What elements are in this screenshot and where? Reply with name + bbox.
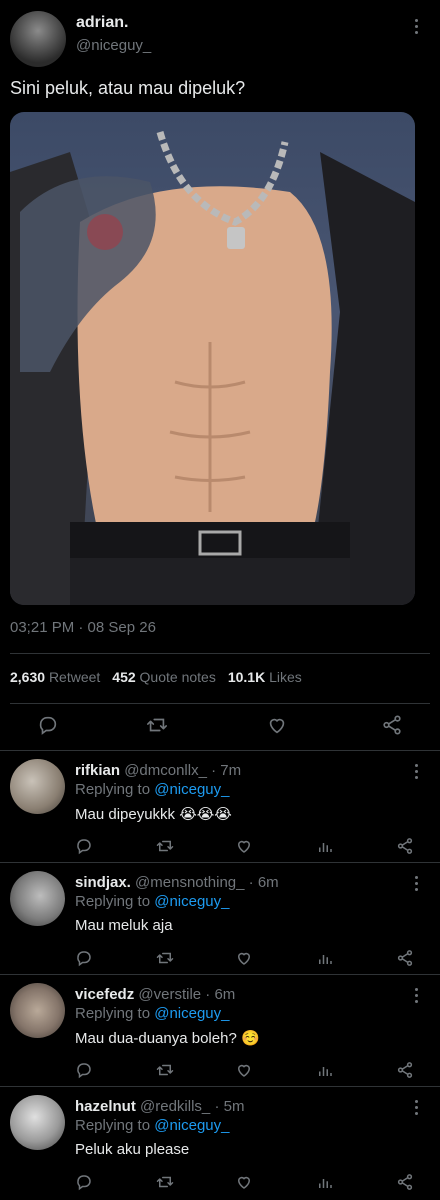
likes-stat[interactable]: 10.1K Likes — [228, 669, 302, 685]
divider — [10, 653, 430, 654]
reply-text: Mau meluk aja — [75, 917, 173, 934]
replying-to-label: Replying to — [75, 1117, 151, 1134]
reply-name[interactable]: hazelnut — [75, 1098, 136, 1115]
reply-icon[interactable] — [75, 1061, 93, 1079]
reply-handle[interactable]: @mensnothing_ — [135, 874, 244, 891]
reply-avatar[interactable] — [10, 1095, 65, 1150]
post-image[interactable] — [10, 112, 415, 605]
like-icon[interactable] — [266, 714, 288, 736]
more-icon[interactable] — [408, 16, 424, 36]
replying-to-label: Replying to — [75, 893, 151, 910]
post-timestamp[interactable]: 03;21 PM · 08 Sep 26 — [10, 619, 156, 636]
reply-time: · 6m — [248, 874, 279, 891]
reply-time: · 6m — [205, 986, 236, 1003]
replying-to-handle[interactable]: @niceguy_ — [154, 1005, 229, 1022]
retweet-icon[interactable] — [156, 949, 174, 967]
post-text: Sini peluk, atau mau dipeluk? — [10, 78, 246, 98]
reply-avatar[interactable] — [10, 983, 65, 1038]
likes-label: Likes — [269, 669, 302, 685]
share-icon[interactable] — [396, 949, 414, 967]
author-avatar[interactable] — [10, 11, 66, 67]
post-action-bar — [0, 714, 440, 740]
retweets-label: Retweet — [48, 669, 101, 685]
analytics-icon[interactable] — [316, 1173, 334, 1191]
reply-name[interactable]: sindjax. — [75, 874, 131, 891]
replying-to-handle[interactable]: @niceguy_ — [154, 1117, 229, 1134]
share-icon[interactable] — [396, 1173, 414, 1191]
analytics-icon[interactable] — [316, 837, 334, 855]
share-icon[interactable] — [396, 837, 414, 855]
replying-to-handle[interactable]: @niceguy_ — [154, 781, 229, 798]
like-icon[interactable] — [235, 1173, 253, 1191]
reply-time: · 5m — [214, 1098, 245, 1115]
share-icon[interactable] — [381, 714, 403, 736]
reply-item[interactable]: vicefedz @verstile · 6m Replying to @nic… — [0, 975, 440, 1086]
reply-item[interactable]: sindjax. @mensnothing_ · 6m Replying to … — [0, 863, 440, 974]
analytics-icon[interactable] — [316, 1061, 334, 1079]
author-handle[interactable]: @niceguy_ — [76, 37, 151, 54]
reply-text: Mau dipeyukkk 😭😭😭 — [75, 806, 232, 823]
reply-avatar[interactable] — [10, 871, 65, 926]
reply-text: Peluk aku please — [75, 1141, 190, 1158]
reply-handle[interactable]: @dmconllx_ — [124, 762, 207, 779]
more-icon[interactable] — [408, 761, 424, 781]
reply-handle[interactable]: @redkills_ — [140, 1098, 210, 1115]
like-icon[interactable] — [235, 1061, 253, 1079]
photo-illustration — [10, 131, 415, 605]
quotes-count: 452 — [112, 669, 136, 685]
replying-to-handle[interactable]: @niceguy_ — [154, 893, 229, 910]
retweet-icon[interactable] — [156, 837, 174, 855]
divider — [10, 703, 430, 704]
reply-icon[interactable] — [75, 1173, 93, 1191]
retweets-stat[interactable]: 2,630 Retweet — [10, 669, 100, 685]
reply-time: · 7m — [211, 762, 242, 779]
retweet-icon[interactable] — [156, 1173, 174, 1191]
likes-count: 10.1K — [227, 669, 266, 685]
replying-to-label: Replying to — [75, 1005, 151, 1022]
analytics-icon[interactable] — [316, 949, 334, 967]
more-icon[interactable] — [408, 985, 424, 1005]
reply-item[interactable]: hazelnut @redkills_ · 5m Replying to @ni… — [0, 1087, 440, 1200]
author-display-name[interactable]: adrian. — [76, 14, 128, 32]
retweet-icon[interactable] — [146, 714, 168, 736]
reply-item[interactable]: rifkian @dmconllx_ · 7m Replying to @nic… — [0, 751, 440, 862]
reply-icon[interactable] — [75, 949, 93, 967]
reply-icon[interactable] — [37, 714, 59, 736]
reply-avatar[interactable] — [10, 759, 65, 814]
more-icon[interactable] — [408, 873, 424, 893]
retweets-count: 2,630 — [10, 669, 46, 685]
reply-icon[interactable] — [75, 837, 93, 855]
quotes-label: Quote notes — [139, 669, 216, 685]
quotes-stat[interactable]: 452 Quote notes — [112, 669, 216, 685]
like-icon[interactable] — [235, 949, 253, 967]
replying-to-label: Replying to — [75, 781, 151, 798]
retweet-icon[interactable] — [156, 1061, 174, 1079]
more-icon[interactable] — [408, 1097, 424, 1117]
reply-name[interactable]: rifkian — [75, 762, 120, 779]
share-icon[interactable] — [396, 1061, 414, 1079]
post-stats: 2,630 Retweet 452 Quote notes 10.1K Like… — [10, 669, 302, 685]
reply-text: Mau dua-duanya boleh? ☺️ — [75, 1030, 260, 1047]
reply-handle[interactable]: @verstile — [138, 986, 201, 1003]
like-icon[interactable] — [235, 837, 253, 855]
reply-name[interactable]: vicefedz — [75, 986, 134, 1003]
